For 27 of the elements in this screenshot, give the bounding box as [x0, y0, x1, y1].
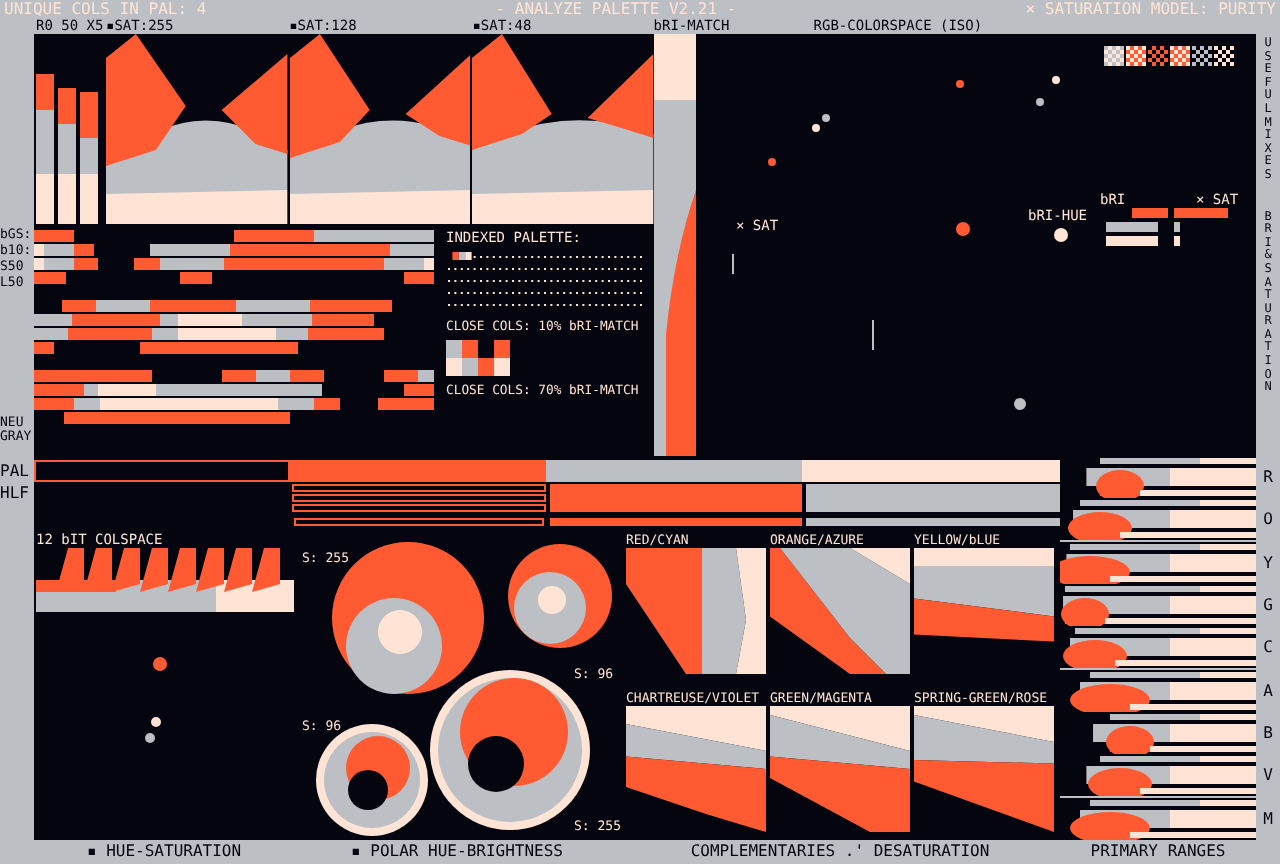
section-caption: ▪ POLAR HUE-BRIGHTNESS	[349, 840, 565, 864]
color-dot	[1036, 98, 1044, 106]
gradient-panel-drawing	[626, 548, 766, 674]
app-title: - ANALYZE PALETTE V2.21 -	[495, 0, 737, 18]
axis-tick-drawing	[872, 320, 874, 350]
section-caption: COMPLEMENTARIES .' DESATURATION	[688, 840, 992, 864]
color-dot	[1053, 227, 1067, 241]
mini-bars-drawing	[1106, 208, 1228, 246]
gradient-panel-drawing	[770, 548, 910, 674]
dither-swatches-drawing	[1104, 46, 1236, 66]
model-label: × SATURATION MODEL: PURITY	[1025, 0, 1276, 18]
row-label: HLF	[0, 482, 31, 504]
section-caption: ▪ HUE-SATURATION	[84, 840, 244, 864]
color-dot	[955, 221, 969, 235]
close-colors-drawing	[446, 340, 510, 376]
color-dot	[1052, 76, 1060, 84]
scatter-dots-drawing	[144, 656, 168, 744]
gradient-panel-drawing	[914, 705, 1054, 831]
row-label: PAL	[0, 460, 31, 482]
color-dot	[1014, 398, 1026, 410]
color-dot	[768, 158, 776, 166]
axis-tick-drawing	[732, 254, 734, 274]
palette-count-label: UNIQUE COLS IN PAL: 4	[4, 0, 207, 18]
section-caption: PRIMARY RANGES	[1088, 840, 1228, 864]
gradient-panel-drawing	[626, 705, 766, 831]
gradient-panel-drawing	[770, 705, 910, 831]
color-dot	[956, 80, 964, 88]
